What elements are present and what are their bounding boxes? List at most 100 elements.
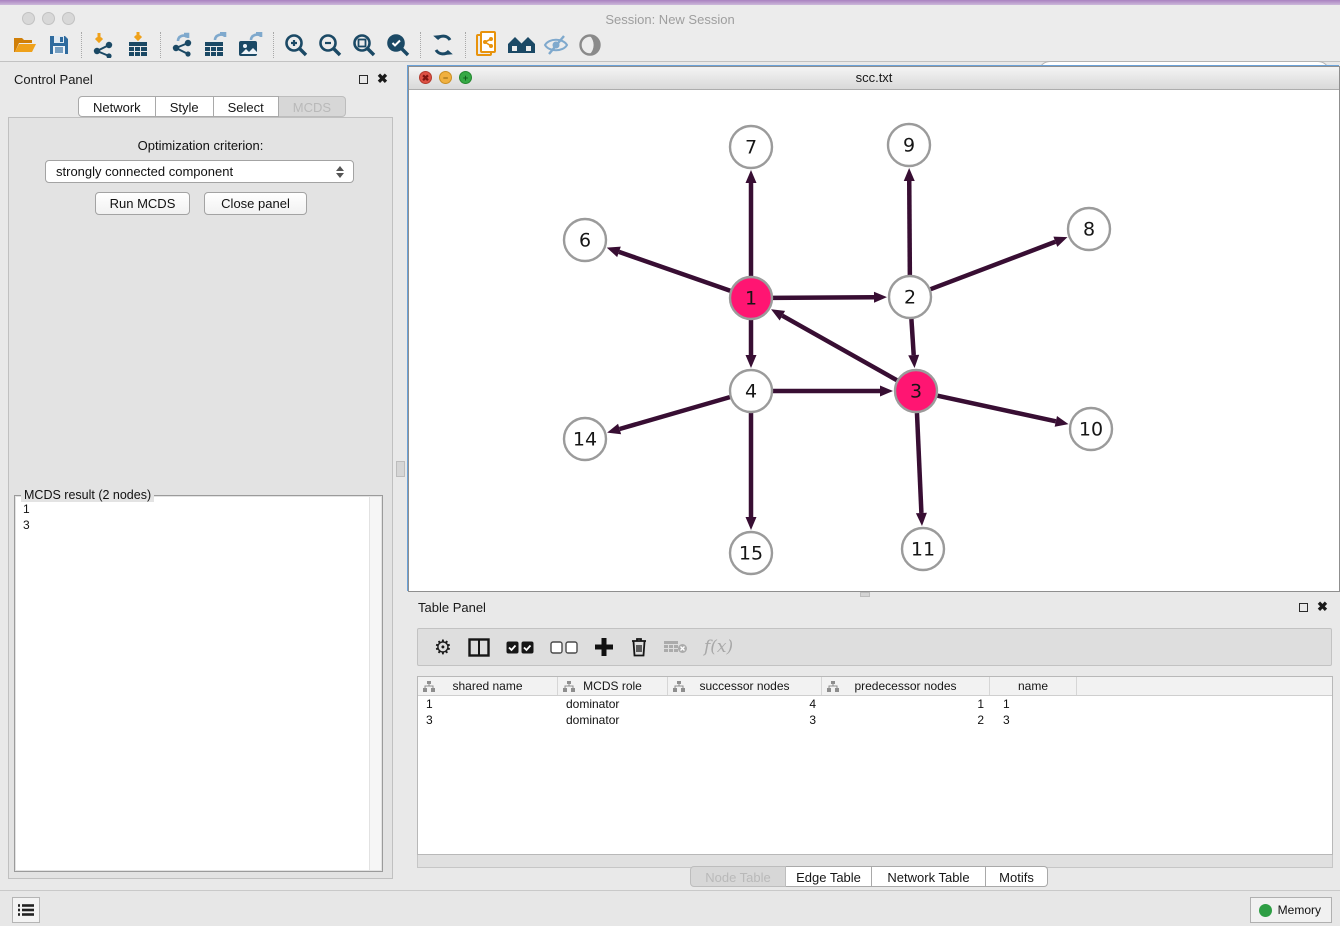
graph-node-label: 15 bbox=[739, 543, 763, 565]
export-image-icon[interactable] bbox=[234, 30, 268, 60]
toolbar-divider bbox=[273, 32, 274, 58]
column-header-predecessor-nodes[interactable]: predecessor nodes bbox=[822, 677, 990, 695]
zoom-in-icon[interactable] bbox=[279, 30, 313, 60]
graph-edge-1-2[interactable] bbox=[773, 297, 874, 298]
tab-select[interactable]: Select bbox=[214, 96, 279, 117]
network-view-window: ✖ − + scc.txt 7968124314101511 bbox=[408, 66, 1340, 592]
split-divider-handle[interactable] bbox=[860, 592, 870, 597]
column-type-icon bbox=[673, 681, 685, 692]
memory-label: Memory bbox=[1278, 903, 1321, 917]
toolbar-divider bbox=[420, 32, 421, 58]
deselect-all-columns-icon[interactable] bbox=[550, 641, 578, 654]
graph-edge-arrowhead bbox=[607, 247, 621, 257]
bird-eye-view-icon[interactable] bbox=[573, 30, 607, 60]
tab-node-table[interactable]: Node Table bbox=[690, 866, 786, 887]
table-row[interactable]: 1 dominator 4 1 1 bbox=[418, 696, 1332, 712]
open-file-icon[interactable] bbox=[8, 30, 42, 60]
memory-button[interactable]: Memory bbox=[1250, 897, 1332, 923]
column-header-successor-nodes[interactable]: successor nodes bbox=[668, 677, 822, 695]
cell-name[interactable]: 1 bbox=[990, 696, 1077, 712]
select-stepper-icon bbox=[336, 166, 344, 178]
import-network-icon[interactable] bbox=[87, 30, 121, 60]
column-header-label: MCDS role bbox=[583, 679, 642, 693]
column-header-name[interactable]: name bbox=[990, 677, 1077, 695]
column-type-icon bbox=[563, 681, 575, 692]
graph-edge-4-14[interactable] bbox=[620, 397, 730, 429]
tab-network-table[interactable]: Network Table bbox=[872, 866, 986, 887]
import-table-icon[interactable] bbox=[121, 30, 155, 60]
run-mcds-button[interactable]: Run MCDS bbox=[95, 192, 190, 215]
mcds-result-scrollbar[interactable] bbox=[369, 497, 381, 870]
cell-shared-name[interactable]: 3 bbox=[418, 712, 558, 728]
cell-predecessor-nodes[interactable]: 2 bbox=[822, 712, 990, 728]
graph-edge-2-3[interactable] bbox=[911, 319, 913, 355]
table-tabs: Node Table Edge Table Network Table Moti… bbox=[690, 866, 1048, 887]
export-table-icon[interactable] bbox=[200, 30, 234, 60]
graph-node-label: 3 bbox=[910, 381, 922, 403]
graph-edge-3-10[interactable] bbox=[937, 396, 1055, 422]
tab-motifs[interactable]: Motifs bbox=[986, 866, 1048, 887]
delete-table-icon-disabled bbox=[664, 639, 688, 655]
tab-edge-table[interactable]: Edge Table bbox=[786, 866, 872, 887]
cell-predecessor-nodes[interactable]: 1 bbox=[822, 696, 990, 712]
graph-node-label: 1 bbox=[745, 288, 757, 310]
cell-shared-name[interactable]: 1 bbox=[418, 696, 558, 712]
graph-edge-1-6[interactable] bbox=[619, 252, 730, 291]
table-panel-title: Table Panel bbox=[418, 600, 486, 615]
network-document-icon[interactable] bbox=[471, 30, 505, 60]
zoom-out-icon[interactable] bbox=[313, 30, 347, 60]
tab-network[interactable]: Network bbox=[78, 96, 156, 117]
column-header-mcds-role[interactable]: MCDS role bbox=[558, 677, 668, 695]
table-toolbar: ⚙ f(x) bbox=[417, 628, 1332, 666]
cell-mcds-role[interactable]: dominator bbox=[558, 712, 668, 728]
zoom-fit-icon[interactable] bbox=[347, 30, 381, 60]
control-panel-title: Control Panel bbox=[14, 72, 93, 87]
graph-edge-2-8[interactable] bbox=[931, 242, 1056, 289]
table-mode-gear-icon[interactable]: ⚙ bbox=[434, 637, 452, 657]
column-header-shared-name[interactable]: shared name bbox=[418, 677, 558, 695]
network-graph[interactable]: 7968124314101511 bbox=[409, 89, 1339, 592]
window-title: Session: New Session bbox=[0, 12, 1340, 27]
toolbar-divider bbox=[160, 32, 161, 58]
table-header-row: shared name MCDS role successor nodes pr… bbox=[418, 677, 1332, 696]
tab-mcds[interactable]: MCDS bbox=[279, 96, 346, 117]
column-header-label: shared name bbox=[452, 679, 522, 693]
cell-successor-nodes[interactable]: 4 bbox=[668, 696, 822, 712]
refresh-view-icon[interactable] bbox=[426, 30, 460, 60]
save-session-icon[interactable] bbox=[42, 30, 76, 60]
add-column-icon[interactable] bbox=[594, 637, 614, 657]
zoom-selected-icon[interactable] bbox=[381, 30, 415, 60]
cell-successor-nodes[interactable]: 3 bbox=[668, 712, 822, 728]
cell-name[interactable]: 3 bbox=[990, 712, 1077, 728]
control-panel-float-button[interactable] bbox=[357, 73, 370, 86]
delete-column-trash-icon[interactable] bbox=[630, 637, 648, 657]
table-panel-float-button[interactable] bbox=[1297, 601, 1310, 614]
toolbar-divider bbox=[81, 32, 82, 58]
cell-mcds-role[interactable]: dominator bbox=[558, 696, 668, 712]
task-history-button[interactable] bbox=[12, 897, 40, 923]
graph-edge-3-11[interactable] bbox=[917, 413, 921, 513]
split-divider-handle[interactable] bbox=[396, 461, 405, 477]
control-panel-close-button[interactable]: ✖ bbox=[376, 72, 389, 85]
column-header-label: successor nodes bbox=[699, 679, 789, 693]
hide-details-eye-icon[interactable] bbox=[539, 30, 573, 60]
show-columns-icon[interactable] bbox=[468, 638, 490, 657]
graph-edge-arrowhead bbox=[607, 424, 621, 435]
optimization-criterion-select[interactable]: strongly connected component bbox=[45, 160, 354, 183]
close-panel-button[interactable]: Close panel bbox=[204, 192, 307, 215]
network-canvas[interactable]: 7968124314101511 bbox=[409, 89, 1339, 591]
export-network-icon[interactable] bbox=[166, 30, 200, 60]
home-networks-icon[interactable] bbox=[505, 30, 539, 60]
list-icon bbox=[17, 903, 35, 917]
mcds-result-text[interactable]: 1 3 bbox=[16, 497, 369, 870]
column-header-label: predecessor nodes bbox=[854, 679, 956, 693]
select-all-columns-icon[interactable] bbox=[506, 641, 534, 654]
mcds-result-title: MCDS result (2 nodes) bbox=[21, 488, 154, 502]
network-window-titlebar[interactable]: ✖ − + scc.txt bbox=[409, 67, 1339, 90]
table-panel-close-button[interactable]: ✖ bbox=[1316, 600, 1329, 613]
graph-edge-arrowhead bbox=[1055, 416, 1069, 427]
graph-edge-3-1[interactable] bbox=[782, 316, 896, 381]
tab-style[interactable]: Style bbox=[156, 96, 214, 117]
table-row[interactable]: 3 dominator 3 2 3 bbox=[418, 712, 1332, 728]
graph-edge-2-9[interactable] bbox=[909, 181, 910, 275]
